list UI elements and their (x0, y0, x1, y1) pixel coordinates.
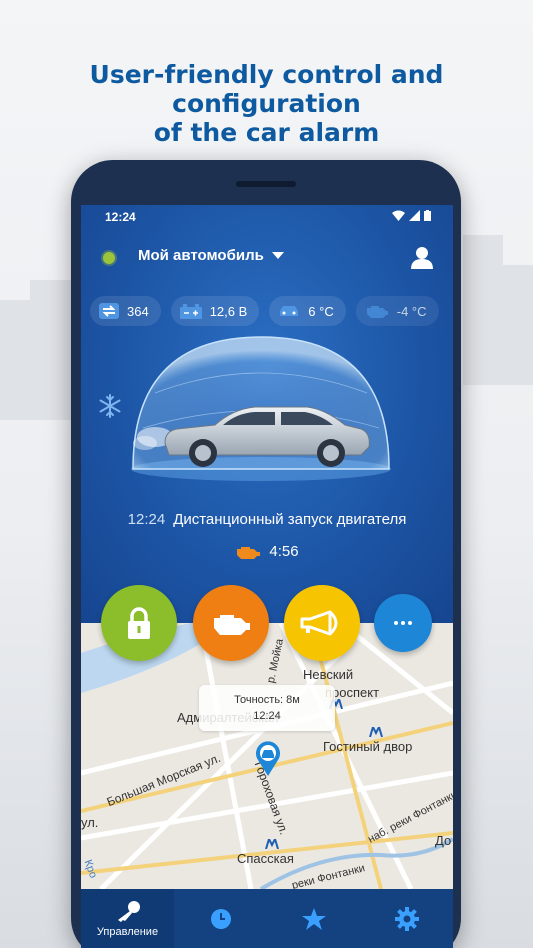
gear-icon (394, 906, 419, 931)
car-temperature-icon (280, 306, 299, 316)
status-icons (392, 210, 431, 221)
last-event: 12:24 Дистанционный запуск двигателя (81, 511, 453, 528)
location-accuracy-bubble: Точность: 8м 12:24 (199, 685, 335, 731)
last-event-text: Дистанционный запуск двигателя (173, 511, 407, 528)
nav-control[interactable]: Управление (81, 889, 174, 948)
phone-speaker (236, 181, 296, 187)
car-name: Мой автомобиль (138, 247, 264, 264)
app-screen: 12:24 Мой автомобиль 364 12,6 В 6 °C -4 … (81, 205, 453, 948)
map-label-do: До (435, 833, 452, 848)
wifi-icon (392, 210, 405, 221)
battery-status-icon (424, 210, 431, 221)
clock-icon (210, 908, 231, 929)
background-skyline-right (453, 235, 533, 385)
mileage-icon (99, 303, 119, 319)
key-icon (117, 900, 140, 922)
accuracy-text: Точность: 8м (234, 694, 300, 706)
sensor-mileage-value: 364 (127, 303, 149, 319)
car-selector[interactable]: Мой автомобиль (138, 247, 284, 264)
sensor-chips: 364 12,6 В 6 °C -4 °C (90, 296, 439, 326)
headline-line-2: of the car alarm (153, 118, 380, 147)
signal-icon (409, 210, 420, 221)
engine-icon (214, 615, 250, 635)
sensor-battery-value: 12,6 В (209, 303, 248, 319)
profile-icon[interactable] (409, 245, 435, 271)
app-bar: Мой автомобиль (81, 241, 453, 275)
accuracy-time: 12:24 (253, 710, 281, 722)
engine-temperature-icon (366, 306, 388, 318)
nav-control-label: Управление (96, 925, 159, 938)
lock-icon (128, 607, 150, 639)
nav-history[interactable] (174, 889, 267, 948)
snowflake-icon (99, 394, 121, 418)
engine-icon (237, 546, 261, 559)
nav-settings[interactable] (360, 889, 453, 948)
map-label-gostiny: Гостиный двор (323, 739, 413, 754)
metro-icon (369, 727, 383, 737)
status-time: 12:24 (105, 210, 136, 224)
car-status-panel: 12:24 Мой автомобиль 364 12,6 В 6 °C -4 … (81, 205, 453, 623)
map-label-nevsky: Невский (303, 667, 354, 682)
online-indicator (103, 252, 115, 264)
sensor-cabin-temp-value: 6 °C (308, 303, 334, 319)
protected-car-illustration (131, 336, 391, 481)
engine-timer-value: 4:56 (269, 543, 299, 560)
sensor-engine-temp-value: -4 °C (396, 303, 427, 319)
car-location-pin[interactable] (255, 740, 281, 776)
headline: User-friendly control and configuration … (0, 60, 533, 147)
bottom-navigation: Управление (81, 889, 453, 948)
more-button[interactable] (374, 594, 432, 652)
headline-line-1: User-friendly control and configuration (89, 60, 444, 118)
metro-icon (265, 839, 279, 849)
sensor-cabin-temp[interactable]: 6 °C (269, 296, 346, 326)
horn-button[interactable] (284, 585, 360, 661)
sensor-engine-temp[interactable]: -4 °C (355, 296, 439, 326)
map-label-ulitsa: ул. (81, 815, 99, 830)
map-label-spasskaya: Спасская (237, 851, 294, 866)
horn-icon (300, 610, 338, 636)
lock-button[interactable] (101, 585, 177, 661)
nav-favorites[interactable] (267, 889, 360, 948)
dropdown-icon (271, 252, 284, 259)
engine-start-button[interactable] (193, 585, 269, 661)
status-bar: 12:24 (81, 205, 453, 227)
more-icon (394, 621, 412, 625)
sensor-mileage[interactable]: 364 (90, 296, 161, 326)
last-event-time: 12:24 (127, 511, 166, 528)
battery-icon (179, 303, 202, 319)
sensor-battery[interactable]: 12,6 В (170, 296, 260, 326)
star-icon (301, 907, 326, 930)
quick-actions (81, 583, 453, 663)
engine-timer: 4:56 (81, 543, 453, 560)
